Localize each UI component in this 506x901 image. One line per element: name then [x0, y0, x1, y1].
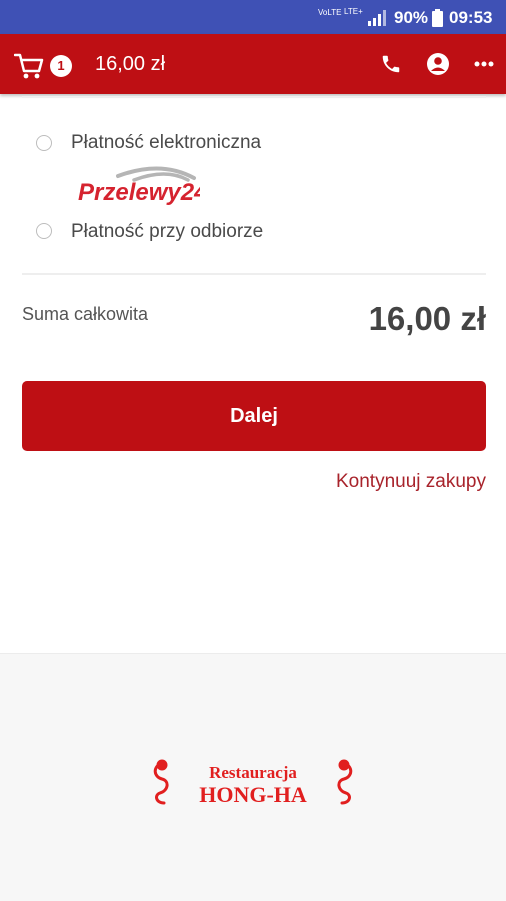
lte-indicator: LTE+ [344, 7, 363, 16]
przelewy24-logo-text: Przelewy24 [78, 179, 200, 206]
option-label-electronic[interactable]: Płatność elektroniczna [71, 132, 261, 154]
cart-count-badge: 1 [50, 55, 72, 77]
option-label-on-delivery[interactable]: Płatność przy odbiorze [71, 221, 263, 243]
summary-divider [22, 273, 486, 275]
restaurant-logo: Restauracja HONG-HA [153, 759, 353, 807]
more-options-icon[interactable] [474, 61, 494, 67]
radio-electronic-payment[interactable] [36, 135, 52, 151]
total-label: Suma całkowita [22, 304, 149, 324]
clock: 09:53 [449, 8, 493, 27]
signal-icon [368, 10, 386, 26]
logo-line1: Restauracja [209, 763, 297, 782]
radio-cash-on-delivery[interactable] [36, 223, 52, 239]
phone-icon[interactable] [380, 53, 402, 75]
battery-icon [432, 9, 443, 27]
top-divider [22, 96, 486, 98]
status-bar: VoLTE LTE+ 90% 09:53 [0, 0, 506, 34]
continue-shopping-link[interactable]: Kontynuuj zakupy [336, 471, 486, 493]
cart-icon[interactable] [14, 52, 44, 80]
logo-line2: HONG-HA [199, 782, 307, 807]
footer: Restauracja HONG-HA [0, 653, 506, 901]
app-bar: 1 16,00 zł [0, 34, 506, 94]
cart-total[interactable]: 16,00 zł [95, 53, 165, 76]
total-value: 16,00 zł [368, 300, 486, 337]
volte-indicator: VoLTE [318, 8, 342, 17]
user-account-icon[interactable] [426, 52, 450, 76]
przelewy24-logo: Przelewy24 [78, 166, 200, 206]
battery-percent: 90% [394, 8, 429, 27]
next-button[interactable]: Dalej [22, 381, 486, 451]
